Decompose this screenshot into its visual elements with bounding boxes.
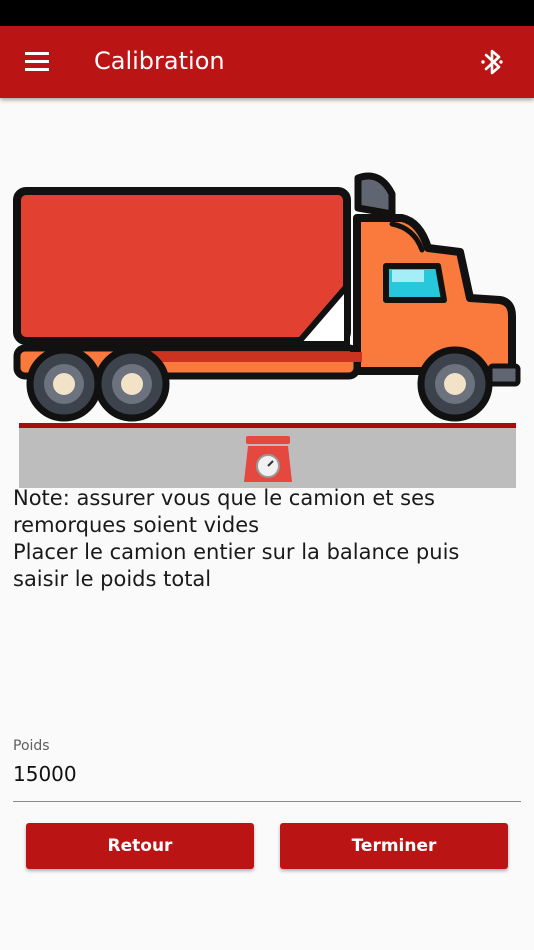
instruction-note: Note: assurer vous que le camion et ses … [13, 485, 521, 593]
status-bar [0, 0, 534, 26]
note-line: Placer le camion entier sur la balance p… [13, 540, 460, 564]
weight-input[interactable] [13, 760, 521, 788]
wheel [94, 346, 170, 422]
bluetooth-icon [481, 49, 503, 75]
bluetooth-button[interactable] [470, 40, 514, 84]
truck-scale-illustration [12, 166, 522, 488]
page-title: Calibration [94, 47, 225, 75]
wheel [417, 346, 493, 422]
note-line: saisir le poids total [13, 567, 212, 591]
back-button[interactable]: Retour [26, 823, 254, 869]
truck-icon [13, 172, 521, 422]
weight-input-underline [13, 801, 521, 802]
menu-button[interactable] [14, 40, 58, 84]
finish-button[interactable]: Terminer [280, 823, 508, 869]
scale-icon [244, 436, 292, 482]
app-bar: Calibration [0, 26, 534, 98]
weight-label: Poids [13, 738, 50, 754]
note-line: Note: assurer vous que le camion et ses [13, 486, 435, 510]
note-line: remorques soient vides [13, 513, 260, 537]
wheel [26, 346, 102, 422]
